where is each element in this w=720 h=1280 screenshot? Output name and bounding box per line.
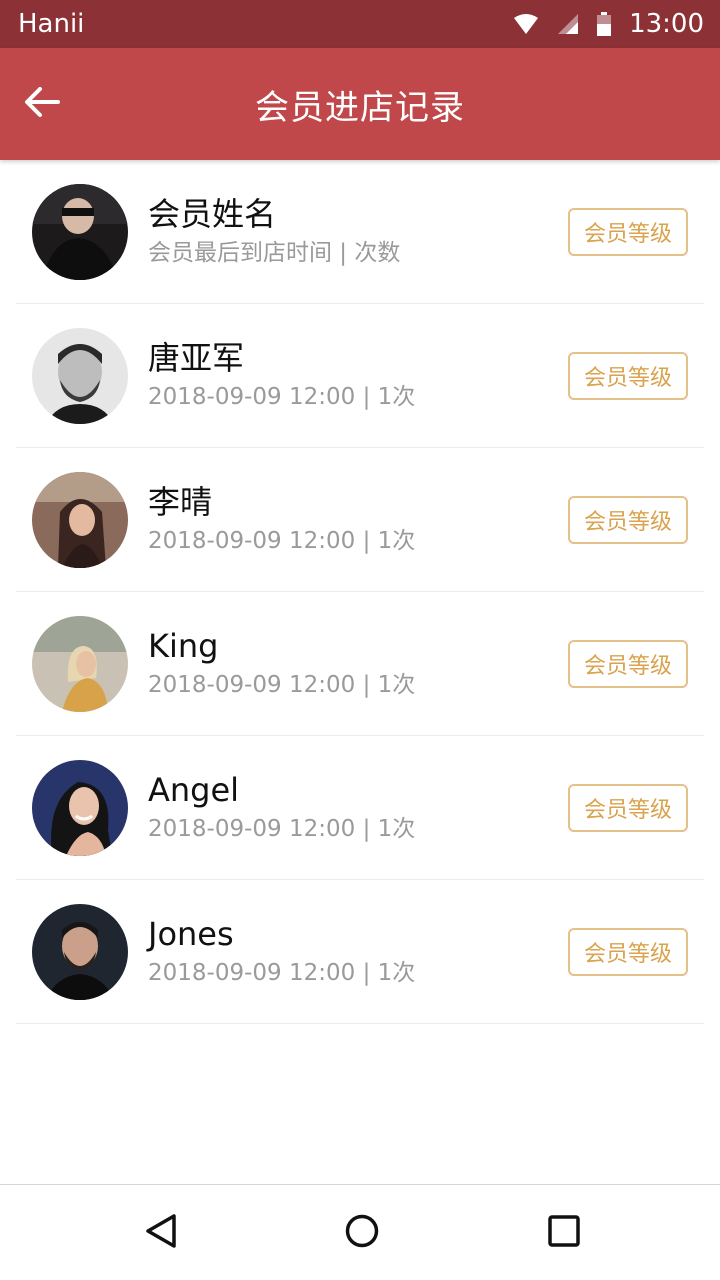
member-name: 李晴: [148, 483, 213, 521]
list-item[interactable]: 唐亚军 2018-09-09 12:00 | 1次 会员等级: [16, 304, 704, 448]
nav-recents-icon: [546, 1213, 582, 1253]
wifi-icon: [513, 13, 539, 35]
member-name: King: [148, 627, 219, 665]
member-info: Jones 2018-09-09 12:00 | 1次: [148, 914, 415, 990]
list-item[interactable]: 会员姓名 会员最后到店时间 | 次数 会员等级: [16, 160, 704, 304]
member-level-badge[interactable]: 会员等级: [568, 928, 688, 976]
member-visit-info: 会员最后到店时间 | 次数: [148, 240, 401, 266]
member-info: King 2018-09-09 12:00 | 1次: [148, 626, 415, 702]
member-info: Angel 2018-09-09 12:00 | 1次: [148, 770, 415, 846]
arrow-left-icon: [24, 86, 60, 122]
list-item[interactable]: Jones 2018-09-09 12:00 | 1次 会员等级: [16, 880, 704, 1024]
carrier-name: Hanii: [18, 9, 85, 39]
member-info: 会员姓名 会员最后到店时间 | 次数: [148, 194, 400, 270]
avatar: [32, 328, 128, 424]
member-visit-info: 2018-09-09 12:00 | 1次: [148, 384, 416, 410]
member-name: Angel: [148, 771, 240, 809]
avatar: [32, 472, 128, 568]
member-level-badge[interactable]: 会员等级: [568, 784, 688, 832]
member-visit-info: 2018-09-09 12:00 | 1次: [148, 672, 416, 698]
member-name: Jones: [148, 915, 234, 953]
signal-icon: [557, 13, 579, 35]
page-title: 会员进店记录: [255, 87, 465, 128]
avatar: [32, 760, 128, 856]
status-time: 13:00: [629, 9, 704, 39]
member-name: 唐亚军: [148, 339, 245, 377]
back-button[interactable]: [24, 76, 88, 132]
member-visit-info: 2018-09-09 12:00 | 1次: [148, 816, 416, 842]
member-list: 会员姓名 会员最后到店时间 | 次数 会员等级 唐亚军 2018-09-09 1…: [16, 160, 704, 1024]
battery-icon: [597, 12, 612, 36]
member-name: 会员姓名: [148, 195, 277, 233]
member-level-badge[interactable]: 会员等级: [568, 640, 688, 688]
member-level-badge[interactable]: 会员等级: [568, 208, 688, 256]
nav-recents-button[interactable]: [542, 1211, 586, 1255]
status-icons: 13:00: [513, 9, 704, 39]
member-level-badge[interactable]: 会员等级: [568, 496, 688, 544]
member-visit-info: 2018-09-09 12:00 | 1次: [148, 960, 416, 986]
member-visit-info: 2018-09-09 12:00 | 1次: [148, 528, 416, 554]
member-info: 唐亚军 2018-09-09 12:00 | 1次: [148, 338, 415, 414]
avatar: [32, 616, 128, 712]
nav-home-button[interactable]: [340, 1211, 384, 1255]
status-bar: Hanii 13:00: [0, 0, 720, 48]
member-level-badge[interactable]: 会员等级: [568, 352, 688, 400]
list-item[interactable]: 李晴 2018-09-09 12:00 | 1次 会员等级: [16, 448, 704, 592]
nav-back-button[interactable]: [140, 1211, 184, 1255]
member-info: 李晴 2018-09-09 12:00 | 1次: [148, 482, 415, 558]
nav-back-icon: [144, 1213, 180, 1253]
list-item[interactable]: King 2018-09-09 12:00 | 1次 会员等级: [16, 592, 704, 736]
system-nav-bar: [0, 1184, 720, 1280]
list-item[interactable]: Angel 2018-09-09 12:00 | 1次 会员等级: [16, 736, 704, 880]
nav-home-icon: [344, 1213, 380, 1253]
avatar: [32, 904, 128, 1000]
avatar: [32, 184, 128, 280]
app-bar: 会员进店记录: [0, 48, 720, 160]
